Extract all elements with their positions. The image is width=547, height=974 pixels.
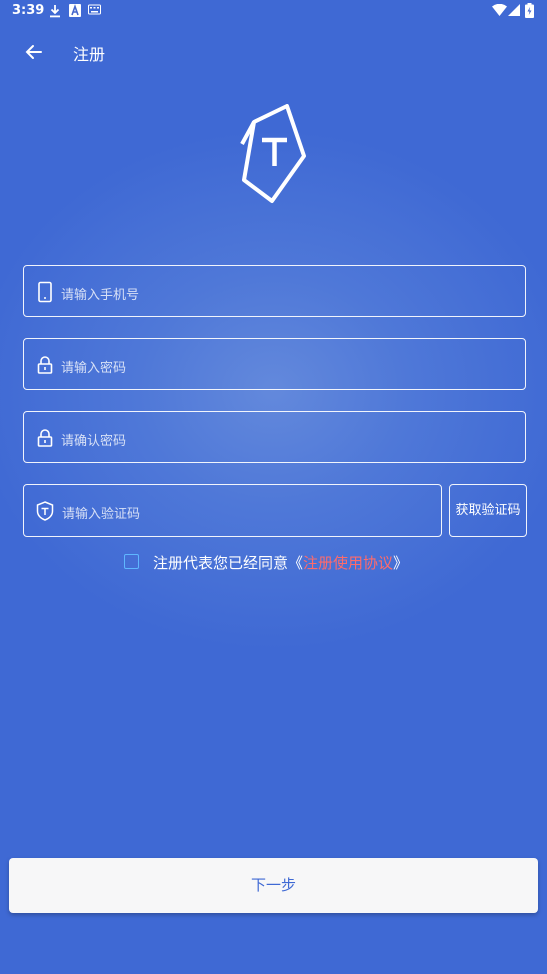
lock-icon bbox=[37, 356, 53, 374]
shield-icon bbox=[36, 501, 54, 521]
agreement-link[interactable]: 注册使用协议 bbox=[303, 554, 393, 572]
agreement-checkbox[interactable] bbox=[124, 554, 139, 569]
phone-placeholder: 请输入手机号 bbox=[61, 288, 140, 303]
signal-icon bbox=[508, 4, 520, 16]
password-placeholder: 请输入密码 bbox=[61, 361, 127, 376]
a-icon bbox=[69, 4, 81, 17]
confirm-password-placeholder: 请确认密码 bbox=[61, 434, 127, 449]
status-bar: 3:39 bbox=[0, 0, 547, 24]
password-input[interactable]: 请输入密码 bbox=[23, 338, 526, 390]
verification-code-placeholder: 请输入验证码 bbox=[62, 507, 141, 522]
back-arrow-icon[interactable] bbox=[20, 38, 48, 66]
status-time: 3:39 bbox=[12, 3, 45, 18]
app-bar: 注册 bbox=[0, 24, 547, 80]
wifi-icon bbox=[492, 4, 507, 16]
lock-icon bbox=[37, 429, 53, 447]
verification-code-input[interactable]: 请输入验证码 bbox=[23, 484, 442, 537]
agreement-prefix: 注册代表您已经同意《 bbox=[153, 554, 304, 572]
agreement-suffix: 》 bbox=[393, 554, 409, 572]
phone-input[interactable]: 请输入手机号 bbox=[23, 265, 526, 317]
keyboard-icon bbox=[88, 4, 101, 15]
battery-icon bbox=[525, 3, 534, 18]
next-button[interactable]: 下一步 bbox=[9, 858, 538, 913]
confirm-password-input[interactable]: 请确认密码 bbox=[23, 411, 526, 463]
agreement-text: 注册代表您已经同意《注册使用协议》 bbox=[153, 552, 408, 573]
page-title: 注册 bbox=[73, 45, 106, 64]
shield-t-logo-icon bbox=[240, 104, 306, 203]
get-code-button[interactable]: 获取验证码 bbox=[449, 484, 527, 537]
agreement-row: 注册代表您已经同意《注册使用协议》 bbox=[124, 551, 454, 573]
download-icon bbox=[50, 5, 60, 18]
phone-icon bbox=[38, 281, 52, 303]
